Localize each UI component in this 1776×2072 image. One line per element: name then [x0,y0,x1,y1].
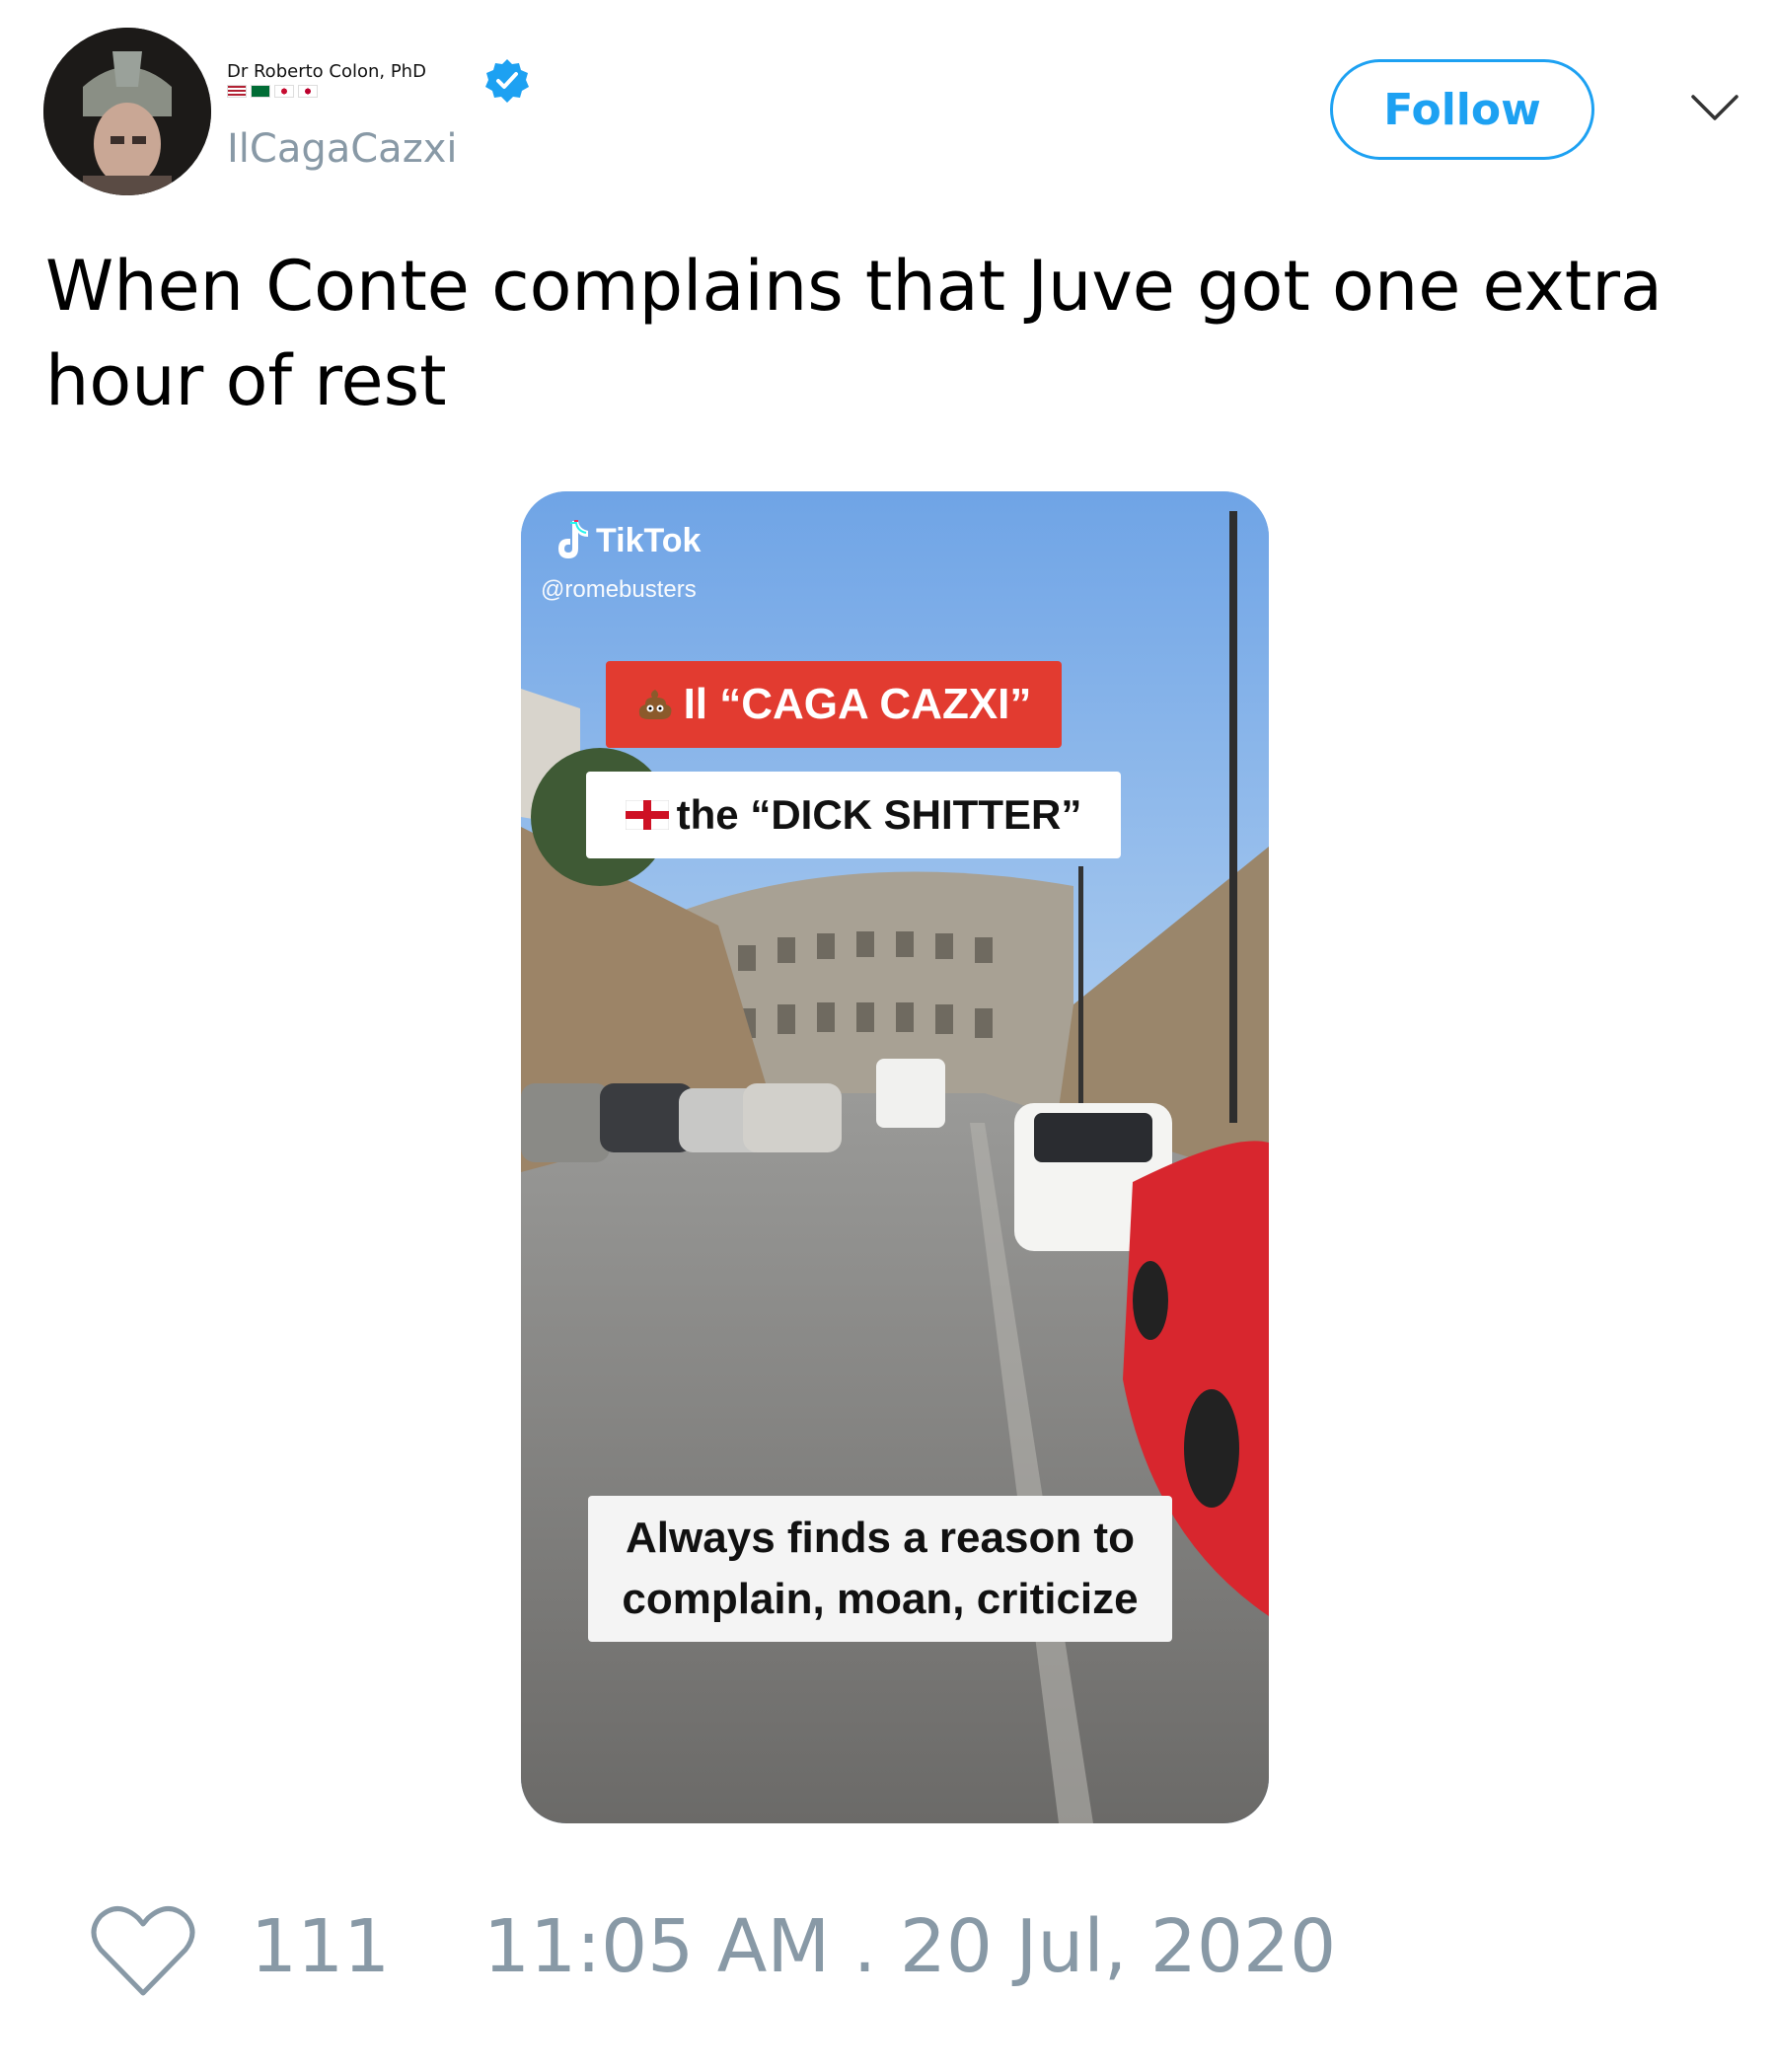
caption-bottom: Always finds a reason to complain, moan,… [588,1496,1172,1642]
author-handle[interactable]: IlCagaCazxi [227,126,457,172]
caption-white: the “DICK SHITTER” [586,772,1121,858]
caption-red: Il “CAGA CAZXI” [606,661,1062,748]
japan-flag-icon [298,85,318,98]
chevron-down-icon[interactable] [1689,89,1740,128]
tweet-media-video[interactable]: TikTok @romebusters Il “CAGA CAZXI” the … [521,491,1269,1823]
tiktok-logo-icon [558,520,588,558]
follow-button[interactable]: Follow [1330,59,1594,160]
avatar[interactable] [43,28,211,195]
like-count: 111 [251,1904,391,1989]
caption-bottom-line1: Always finds a reason to [626,1514,1135,1562]
tweet-text: When Conte complains that Juve got one e… [45,246,1663,421]
tweet-timestamp[interactable]: 11:05 AM . 20 Jul, 2020 [483,1904,1336,1989]
england-flag-icon [625,800,669,830]
korea-flag-icon [274,85,294,98]
tiktok-source-user: @romebusters [541,576,697,603]
usa-flag-icon [227,85,247,98]
caption-white-text: the “DICK SHITTER” [676,791,1082,838]
tiktok-wordmark: TikTok [596,521,702,559]
caption-red-text: Il “CAGA CAZXI” [683,680,1032,728]
poop-emoji-icon [638,690,672,719]
heart-icon[interactable] [89,1902,197,1999]
saudi-flag-icon [251,85,270,98]
author-flags [227,85,318,98]
verified-badge-icon [485,59,529,103]
author-name[interactable]: Dr Roberto Colon, PhD [227,61,426,82]
tiktok-watermark: TikTok [551,519,701,562]
caption-bottom-line2: complain, moan, criticize [622,1575,1139,1623]
